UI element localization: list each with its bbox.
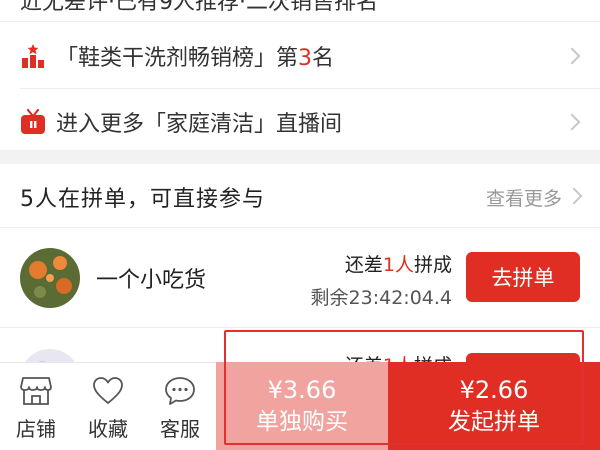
ranking-icon xyxy=(20,43,46,69)
ranking-text: 「鞋类干洗剂畅销榜」第3名 xyxy=(56,45,335,71)
store-label: 店铺 xyxy=(16,417,56,441)
buy-alone-button[interactable]: ¥3.66 单独购买 xyxy=(216,362,388,450)
chat-bubble-icon xyxy=(164,375,196,407)
favorite-label: 收藏 xyxy=(88,417,128,441)
store-button[interactable]: 店铺 xyxy=(0,363,72,450)
ranking-row[interactable]: 「鞋类干洗剂畅销榜」第3名 xyxy=(0,23,600,88)
section-gap xyxy=(0,150,600,164)
chevron-right-icon xyxy=(563,47,581,64)
tv-live-icon xyxy=(20,108,46,135)
chevron-right-icon[interactable] xyxy=(565,187,583,204)
join-group-button[interactable]: 去拼单 xyxy=(466,252,580,302)
group-buy-header: 5人在拼单，可直接参与 查看更多 xyxy=(0,164,600,228)
customer-service-label: 客服 xyxy=(160,417,200,441)
group-buy-title: 5人在拼单，可直接参与 xyxy=(20,187,265,212)
group-buy-label: 发起拼单 xyxy=(448,409,540,435)
buy-alone-price: ¥3.66 xyxy=(267,376,337,404)
start-group-buy-button[interactable]: ¥2.66 发起拼单 xyxy=(388,362,600,450)
live-room-text: 进入更多「家庭清洁」直播间 xyxy=(56,111,343,137)
favorite-button[interactable]: 收藏 xyxy=(72,363,144,450)
remaining-time: 剩余23:42:04.4 xyxy=(310,287,452,309)
customer-service-button[interactable]: 客服 xyxy=(144,363,216,450)
store-icon xyxy=(20,375,52,407)
group-row: 一个小吃货 还差1人拼成 剩余23:42:04.4 去拼单 xyxy=(0,228,600,328)
partial-top-text: 近无差评·已有9人推荐·二次销售排名 xyxy=(20,0,378,15)
chevron-right-icon xyxy=(563,113,581,130)
need-count-text: 还差1人拼成 xyxy=(344,254,452,276)
buy-alone-label: 单独购买 xyxy=(256,409,348,435)
live-room-row[interactable]: 进入更多「家庭清洁」直播间 xyxy=(0,89,600,154)
avatar xyxy=(20,248,80,308)
partial-top-row: 近无差评·已有9人推荐·二次销售排名 xyxy=(0,0,600,22)
view-more-link[interactable]: 查看更多 xyxy=(486,184,562,211)
group-buy-price: ¥2.66 xyxy=(459,376,529,404)
user-name: 一个小吃货 xyxy=(96,268,207,293)
heart-icon xyxy=(92,375,124,407)
